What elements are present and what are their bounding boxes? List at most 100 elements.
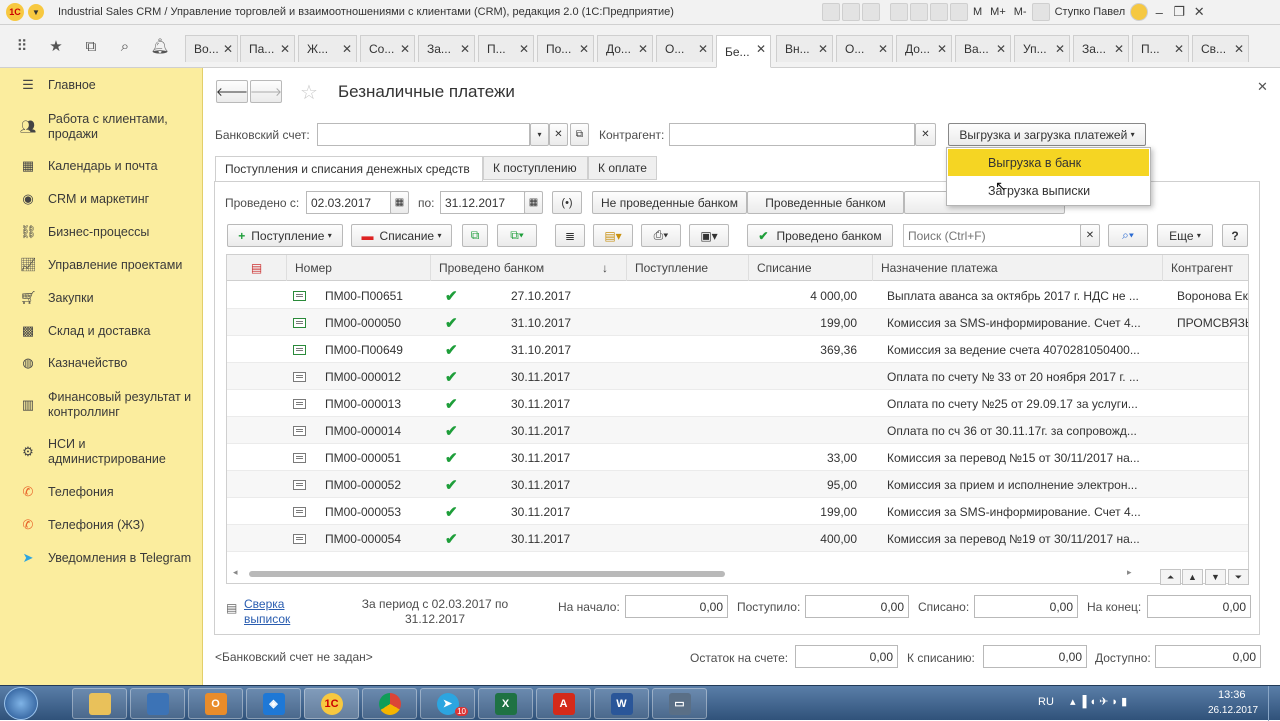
col-expense[interactable]: Списание <box>749 255 873 281</box>
search-clear-icon[interactable]: ✕ <box>1080 224 1100 247</box>
excel-taskbar-icon[interactable]: X <box>478 688 533 719</box>
col-posted[interactable]: Проведено банком ↓ <box>431 255 627 281</box>
tab-14[interactable]: Уп... ✕ <box>1014 35 1070 62</box>
forward-icon[interactable] <box>842 3 860 21</box>
sidebar-item-8[interactable]: ◍ Казначейство <box>0 356 203 388</box>
explorer-taskbar-icon[interactable] <box>72 688 127 719</box>
scroll-top-icon[interactable]: ⏶ <box>1160 569 1181 585</box>
notifications-icon[interactable]: 🔔︎ <box>150 37 169 55</box>
tab-3[interactable]: Со... ✕ <box>360 35 415 62</box>
telegram-taskbar-icon[interactable]: ➤ 10 <box>420 688 475 719</box>
tab-close-icon[interactable]: ✕ <box>996 42 1006 56</box>
menu-item-upload-to-bank[interactable]: Выгрузка в банк <box>948 149 1149 176</box>
dropbox-taskbar-icon[interactable]: ◈ <box>246 688 301 719</box>
tab-13[interactable]: Ва... ✕ <box>955 35 1011 62</box>
chrome-taskbar-icon[interactable] <box>362 688 417 719</box>
calculator-icon[interactable] <box>950 3 968 21</box>
sidebar-item-5[interactable]: 📈︎ Управление проектами <box>0 258 203 290</box>
subtab-1[interactable]: К поступлению <box>483 156 588 180</box>
tab-17[interactable]: Св... ✕ <box>1192 35 1249 62</box>
tab-close-icon[interactable]: ✕ <box>223 42 233 56</box>
sidebar-item-7[interactable]: ▩ Склад и доставка <box>0 324 203 356</box>
onec-taskbar-icon[interactable]: 1С <box>304 688 359 719</box>
tab-close-icon[interactable]: ✕ <box>579 42 589 56</box>
show-desktop-button[interactable] <box>1268 686 1280 721</box>
start-button-icon[interactable] <box>4 687 38 720</box>
sidebar-item-2[interactable]: ▦ Календарь и почта <box>0 159 203 191</box>
expense-button[interactable]: ▬ Списание ▾ <box>351 224 452 247</box>
close-icon[interactable]: ✕ <box>1190 3 1208 21</box>
save-icon[interactable] <box>890 3 908 21</box>
clock-time[interactable]: 13:36 <box>1218 689 1246 701</box>
scroll-up-icon[interactable]: ▲ <box>1182 569 1203 585</box>
table-row[interactable]: ПМ00-П00649 ✔ 31.10.2017 369,36 Комиссия за … <box>227 336 1248 363</box>
memory-plus-button[interactable]: M+ <box>987 6 1009 18</box>
col-counterparty[interactable]: Контрагент <box>1163 255 1248 281</box>
word-taskbar-icon[interactable]: W <box>594 688 649 719</box>
scroll-down-icon[interactable]: ▼ <box>1205 569 1226 585</box>
reconcile-link[interactable]: Сверка выписок <box>244 597 314 627</box>
info-icon[interactable] <box>1130 3 1149 21</box>
calendar-icon[interactable] <box>930 3 948 21</box>
table-row[interactable]: ПМ00-000013 ✔ 30.11.2017 Оплата по счету №2… <box>227 390 1248 417</box>
bank-account-clear-icon[interactable]: ✕ <box>549 123 568 146</box>
tab-close-icon[interactable]: ✕ <box>878 42 888 56</box>
sidebar-item-1[interactable]: 👥︎ Работа с клиентами, продажи <box>0 112 203 144</box>
help-button[interactable]: ? <box>1222 224 1248 247</box>
search-icon[interactable]: ⌕ <box>116 37 134 55</box>
counterparty-clear-icon[interactable]: ✕ <box>915 123 936 146</box>
sidebar-item-13[interactable]: ➤ Уведомления в Telegram <box>0 551 203 583</box>
sidebar-item-0[interactable]: ☰ Главное <box>0 78 203 110</box>
language-indicator[interactable]: RU <box>1038 696 1054 708</box>
maximize-icon[interactable]: ❐ <box>1170 3 1188 21</box>
tab-close-icon[interactable]: ✕ <box>698 42 708 56</box>
table-row[interactable]: ПМ00-000014 ✔ 30.11.2017 Оплата по сч 36 от… <box>227 417 1248 444</box>
sidebar-item-9[interactable]: ▥ Финансовый результат и контроллинг <box>0 390 203 422</box>
scroll-left-icon[interactable]: ◂ <box>233 567 238 578</box>
sidebar-item-12[interactable]: ✆ Телефония (ЖЗ) <box>0 518 203 550</box>
tab-close-icon[interactable]: ✕ <box>1055 42 1065 56</box>
filter-not-posted-button[interactable]: Не проведенные банком <box>592 191 747 214</box>
table-row[interactable]: ПМ00-000050 ✔ 31.10.2017 199,00 Комиссия за … <box>227 309 1248 336</box>
table-row[interactable]: ПМ00-П00651 ✔ 27.10.2017 4 000,00 Выплата ав… <box>227 282 1248 309</box>
period-select-icon[interactable]: (•) <box>552 191 582 214</box>
tab-close-icon[interactable]: ✕ <box>342 42 352 56</box>
print-icon[interactable]: ⎙▾ <box>641 224 681 247</box>
print-icon[interactable] <box>910 3 928 21</box>
scroll-right-icon[interactable]: ▸ <box>1127 567 1132 578</box>
clock-date[interactable]: 26.12.2017 <box>1208 705 1258 716</box>
tab-16[interactable]: П... ✕ <box>1132 35 1189 62</box>
income-button[interactable]: + Поступление ▾ <box>227 224 343 247</box>
link-icon[interactable] <box>862 3 880 21</box>
table-row[interactable]: ПМ00-000052 ✔ 30.11.2017 95,00 Комиссия за п… <box>227 471 1248 498</box>
tab-12[interactable]: До... ✕ <box>896 35 952 62</box>
posted-from-input[interactable]: 02.03.2017 <box>306 191 391 214</box>
all-sections-icon[interactable]: ⠿ <box>13 37 31 55</box>
tab-close-icon[interactable]: ✕ <box>460 42 470 56</box>
sidebar-item-10[interactable]: ⚙ НСИ и администрирование <box>0 437 203 469</box>
tray-icons[interactable]: ▴ ▐ ◖ ✈ ◗ ▮ <box>1070 695 1127 708</box>
main-menu-icon[interactable]: ▼ <box>28 4 44 20</box>
scroll-bottom-icon[interactable]: ⏷ <box>1228 569 1249 585</box>
tab-8[interactable]: О... ✕ <box>656 35 713 62</box>
tab-close-icon[interactable]: ✕ <box>937 42 947 56</box>
tab-close-icon[interactable]: ✕ <box>519 42 529 56</box>
table-row[interactable]: ПМ00-000053 ✔ 30.11.2017 199,00 Комиссия за … <box>227 498 1248 525</box>
tab-close-icon[interactable]: ✕ <box>756 42 766 56</box>
bank-account-open-icon[interactable]: ⧉ <box>570 123 589 146</box>
table-row[interactable]: ПМ00-000054 ✔ 30.11.2017 400,00 Комиссия за … <box>227 525 1248 552</box>
sidebar-item-11[interactable]: ✆ Телефония <box>0 485 203 517</box>
col-number[interactable]: Номер <box>287 255 431 281</box>
tab-11[interactable]: О... ✕ <box>836 35 893 62</box>
tab-close-icon[interactable]: ✕ <box>638 42 648 56</box>
user-name[interactable]: Ступко Павел <box>1052 6 1129 18</box>
col-income[interactable]: Поступление <box>627 255 749 281</box>
subtab-0[interactable]: Поступления и списания денежных средств <box>215 156 483 182</box>
filter-posted-button[interactable]: Проведенные банком <box>747 191 904 214</box>
form-close-icon[interactable]: ✕ <box>1257 79 1268 95</box>
tab-close-icon[interactable]: ✕ <box>818 42 828 56</box>
history-icon[interactable]: ⧉ <box>82 37 100 55</box>
favorites-icon[interactable]: ★ <box>47 37 65 55</box>
more-button[interactable]: Еще ▾ <box>1157 224 1213 247</box>
table-row[interactable]: ПМ00-000051 ✔ 30.11.2017 33,00 Комиссия за п… <box>227 444 1248 471</box>
